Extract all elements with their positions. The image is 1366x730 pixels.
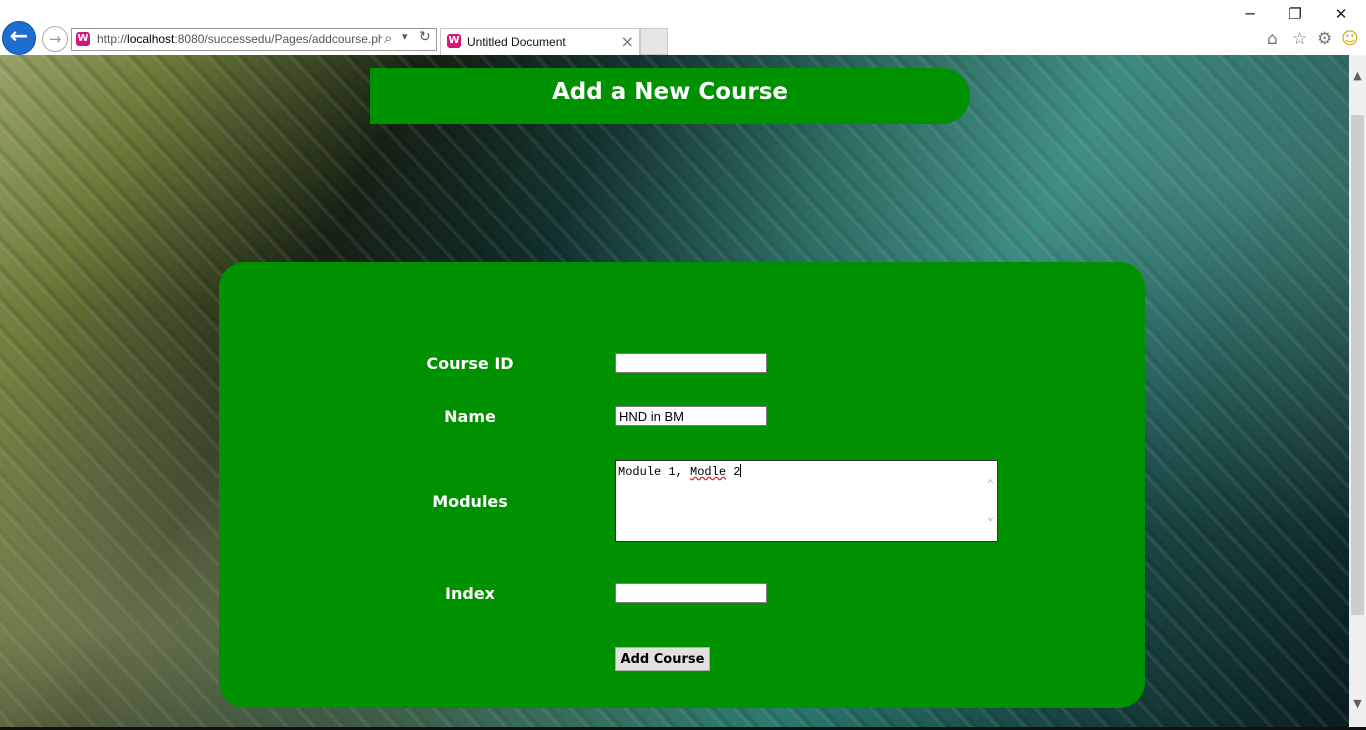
new-tab-button[interactable] bbox=[640, 28, 668, 55]
add-course-form: Course ID Name Modules Module 1, Modle 2… bbox=[219, 262, 1145, 708]
scroll-up-icon[interactable]: ▲ bbox=[1349, 67, 1366, 84]
settings-gear-icon[interactable]: ⚙ bbox=[1317, 29, 1332, 49]
misspelled-word: Modle bbox=[690, 465, 727, 479]
page-scrollbar[interactable]: ▲ ▼ bbox=[1349, 55, 1366, 730]
tab-untitled-document[interactable]: W Untitled Document × bbox=[440, 28, 640, 55]
tab-title: Untitled Document bbox=[467, 35, 566, 49]
index-label: Index bbox=[445, 584, 495, 603]
close-tab-icon[interactable]: × bbox=[621, 32, 634, 51]
back-button[interactable]: ← bbox=[2, 21, 36, 55]
address-bar[interactable]: W http://localhost:8080/successedu/Pages… bbox=[71, 28, 437, 51]
textarea-scroll-down-icon[interactable]: ⌄ bbox=[987, 509, 994, 524]
course-id-label: Course ID bbox=[426, 354, 514, 373]
text-caret bbox=[740, 464, 742, 477]
index-input[interactable] bbox=[615, 583, 767, 603]
minimize-button[interactable]: ─ bbox=[1235, 4, 1265, 24]
name-input[interactable] bbox=[615, 406, 767, 426]
scrollbar-thumb[interactable] bbox=[1351, 115, 1364, 615]
refresh-icon[interactable]: ↻ bbox=[419, 29, 431, 45]
back-arrow-icon: ← bbox=[9, 24, 29, 49]
scroll-down-icon[interactable]: ▼ bbox=[1349, 695, 1366, 712]
forward-button[interactable]: → bbox=[42, 26, 68, 52]
name-label: Name bbox=[444, 407, 496, 426]
restore-button[interactable]: ❐ bbox=[1280, 4, 1310, 24]
modules-textarea[interactable]: Module 1, Modle 2 ⌃ ⌄ bbox=[615, 460, 998, 542]
add-course-button[interactable]: Add Course bbox=[615, 647, 710, 671]
page-viewport: Add a New Course Course ID Name Modules … bbox=[0, 55, 1349, 730]
textarea-scroll-up-icon[interactable]: ⌃ bbox=[987, 477, 994, 492]
forward-arrow-icon: → bbox=[48, 30, 62, 48]
browser-chrome: ─ ❐ ✕ ← → W http://localhost:8080/succes… bbox=[0, 0, 1366, 56]
course-id-input[interactable] bbox=[615, 353, 767, 373]
modules-text: Module 1, Modle 2 bbox=[618, 465, 741, 479]
home-icon[interactable]: ⌂ bbox=[1267, 29, 1278, 49]
search-icon[interactable]: ⌕ bbox=[384, 29, 392, 47]
site-favicon-icon: W bbox=[76, 32, 90, 46]
address-url[interactable]: http://localhost:8080/successedu/Pages/a… bbox=[97, 32, 382, 46]
page-title: Add a New Course bbox=[370, 68, 970, 124]
favorites-star-icon[interactable]: ☆ bbox=[1292, 29, 1307, 49]
feedback-smiley-icon[interactable]: ☺ bbox=[1341, 29, 1359, 49]
tab-favicon-icon: W bbox=[447, 34, 461, 48]
chevron-down-icon[interactable]: ▾ bbox=[402, 30, 408, 43]
modules-label: Modules bbox=[432, 492, 508, 511]
close-window-button[interactable]: ✕ bbox=[1326, 4, 1356, 24]
